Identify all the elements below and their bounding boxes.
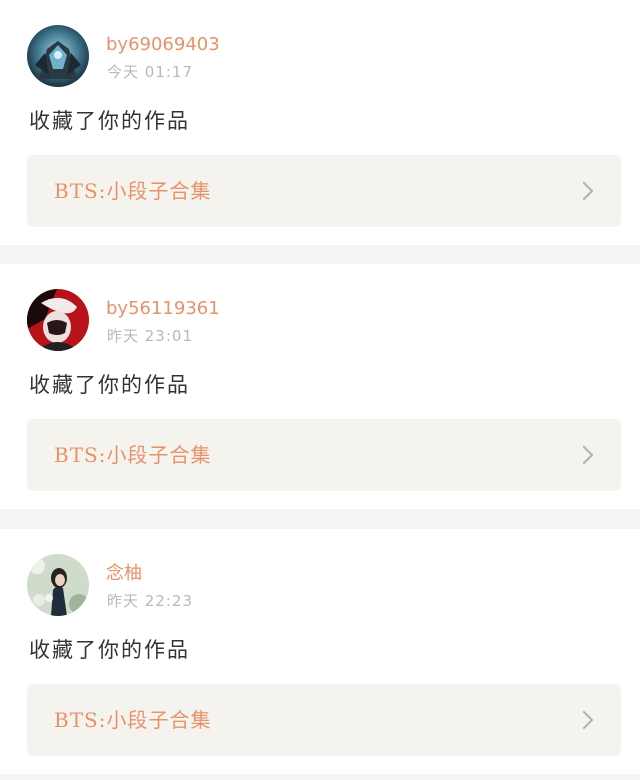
notification-card: by69069403 今天 01:17 收藏了你的作品 BTS:小段子合集 bbox=[0, 0, 640, 245]
action-text: 收藏了你的作品 bbox=[29, 638, 190, 662]
work-link-button[interactable]: BTS:小段子合集 bbox=[27, 684, 621, 756]
action-text: 收藏了你的作品 bbox=[29, 373, 190, 397]
notification-feed: by69069403 今天 01:17 收藏了你的作品 BTS:小段子合集 by… bbox=[0, 0, 640, 780]
user-avatar[interactable] bbox=[27, 554, 89, 616]
timestamp: 昨天 22:23 bbox=[107, 592, 193, 610]
work-title: BTS:小段子合集 bbox=[54, 708, 212, 732]
username[interactable]: 念柚 bbox=[106, 563, 142, 585]
notification-card: by56119361 昨天 23:01 收藏了你的作品 BTS:小段子合集 bbox=[0, 264, 640, 509]
work-link-button[interactable]: BTS:小段子合集 bbox=[27, 155, 621, 227]
timestamp: 今天 01:17 bbox=[107, 63, 193, 81]
timestamp: 昨天 23:01 bbox=[107, 327, 193, 345]
chevron-right-icon bbox=[582, 445, 594, 465]
username[interactable]: by69069403 bbox=[106, 34, 220, 56]
work-link-button[interactable]: BTS:小段子合集 bbox=[27, 419, 621, 491]
chevron-right-icon bbox=[582, 710, 594, 730]
avatar-red-white-portrait-icon bbox=[27, 289, 89, 351]
notification-card: 念柚 昨天 22:23 收藏了你的作品 BTS:小段子合集 bbox=[0, 529, 640, 774]
action-text: 收藏了你的作品 bbox=[29, 109, 190, 133]
chevron-right-icon bbox=[582, 181, 594, 201]
user-avatar[interactable] bbox=[27, 289, 89, 351]
work-title: BTS:小段子合集 bbox=[54, 179, 212, 203]
avatar-girl-with-flowers-icon bbox=[27, 554, 89, 616]
avatar-armored-knight-icon bbox=[27, 25, 89, 87]
user-avatar[interactable] bbox=[27, 25, 89, 87]
work-title: BTS:小段子合集 bbox=[54, 443, 212, 467]
username[interactable]: by56119361 bbox=[106, 298, 220, 320]
